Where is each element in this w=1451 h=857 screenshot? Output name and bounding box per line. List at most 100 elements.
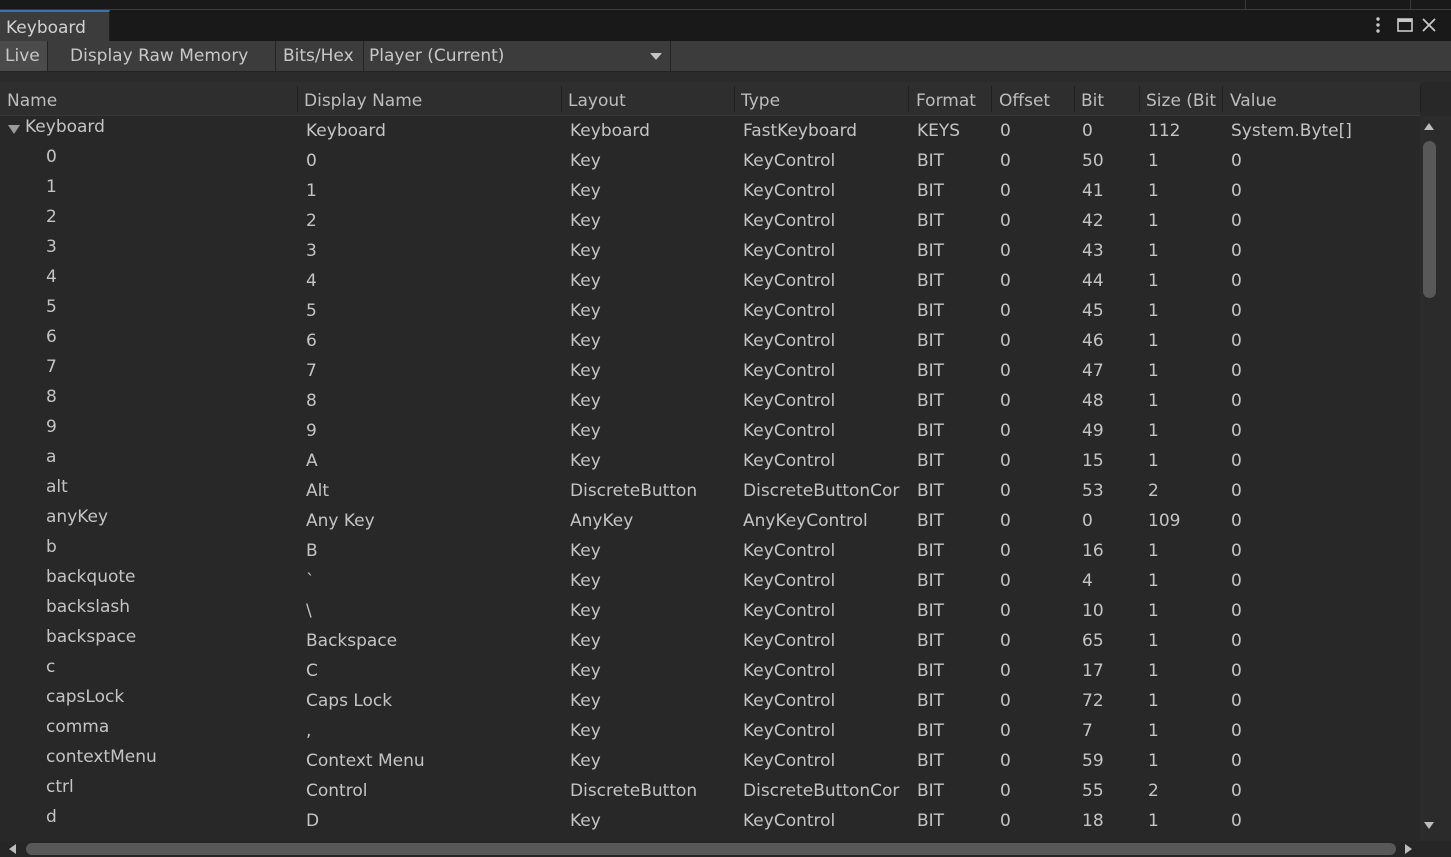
cell-format: BIT <box>917 361 945 381</box>
table-row[interactable]: b B Key KeyControl BIT 0 16 1 0 <box>0 536 1420 566</box>
column-resize-handle[interactable] <box>297 86 298 112</box>
table-row[interactable]: 3 3 Key KeyControl BIT 0 43 1 0 <box>0 236 1420 266</box>
close-icon[interactable] <box>1420 14 1438 36</box>
cell-format: BIT <box>917 751 945 771</box>
cell-bit: 45 <box>1082 301 1104 321</box>
table-row[interactable]: backspace Backspace Key KeyControl BIT 0 65 1 0 <box>0 626 1420 656</box>
cell-value: 0 <box>1231 421 1242 441</box>
cell-size: 1 <box>1148 211 1159 231</box>
cell-offset: 0 <box>1000 781 1011 801</box>
cell-value: 0 <box>1231 601 1242 621</box>
column-header-format[interactable]: Format <box>916 91 994 111</box>
scroll-down-arrow-icon[interactable] <box>1424 822 1434 829</box>
horizontal-scrollbar[interactable] <box>0 841 1451 857</box>
cell-display-name: 7 <box>306 361 317 381</box>
cell-value: System.Byte[] <box>1231 121 1352 141</box>
cell-type: KeyControl <box>743 451 836 471</box>
cell-display-name: 5 <box>306 301 317 321</box>
cell-display-name: D <box>306 811 320 831</box>
display-raw-memory-button[interactable]: Display Raw Memory <box>48 41 276 71</box>
cell-value: 0 <box>1231 181 1242 201</box>
table-row[interactable]: 9 9 Key KeyControl BIT 0 49 1 0 <box>0 416 1420 446</box>
top-strip <box>0 0 1451 9</box>
table-row[interactable]: a A Key KeyControl BIT 0 15 1 0 <box>0 446 1420 476</box>
column-resize-handle[interactable] <box>908 86 909 112</box>
table-row[interactable]: ctrl Control DiscreteButton DiscreteButtonC… <box>0 776 1420 806</box>
bits-hex-toggle[interactable]: Bits/Hex <box>276 41 364 71</box>
column-header-type[interactable]: Type <box>741 91 901 111</box>
table-row[interactable]: comma, Key KeyControl BIT 0 7 1 0 <box>0 716 1420 746</box>
table-row[interactable]: backslash \ Key KeyControl BIT 0 10 1 0 <box>0 596 1420 626</box>
table-row[interactable]: 8 8 Key KeyControl BIT 0 48 1 0 <box>0 386 1420 416</box>
column-resize-handle[interactable] <box>991 86 992 112</box>
column-resize-handle[interactable] <box>734 86 735 112</box>
table-row[interactable]: contextMenu Context Menu Key KeyControl BIT 0… <box>0 746 1420 776</box>
table-row[interactable]: Keyboard Keyboard Keyboard FastKeyboard KEYS… <box>0 116 1420 146</box>
cell-size: 1 <box>1148 271 1159 291</box>
cell-format: BIT <box>917 631 945 651</box>
horizontal-scroll-thumb[interactable] <box>26 843 1396 855</box>
cell-offset: 0 <box>1000 151 1011 171</box>
cell-format: BIT <box>917 691 945 711</box>
cell-layout: Key <box>570 721 601 741</box>
table-row[interactable]: 7 7 Key KeyControl BIT 0 47 1 0 <box>0 356 1420 386</box>
cell-layout: Key <box>570 421 601 441</box>
raw-memory-label: Display Raw Memory <box>70 46 249 66</box>
cell-size: 1 <box>1148 241 1159 261</box>
column-resize-handle[interactable] <box>561 86 562 112</box>
column-header-size[interactable]: Size (Bit <box>1146 91 1224 111</box>
cell-offset: 0 <box>1000 601 1011 621</box>
column-header-layout[interactable]: Layout <box>568 91 733 111</box>
vertical-scroll-thumb[interactable] <box>1423 141 1436 298</box>
cell-name: capsLock <box>46 687 125 707</box>
cell-format: BIT <box>917 391 945 411</box>
cell-layout: Key <box>570 331 601 351</box>
kebab-menu-icon[interactable] <box>1371 14 1385 36</box>
cell-name: ctrl <box>46 777 74 797</box>
column-header-value[interactable]: Value <box>1230 91 1415 111</box>
scroll-left-arrow-icon[interactable] <box>9 844 16 854</box>
column-header-offset[interactable]: Offset <box>999 91 1077 111</box>
cell-name: b <box>46 537 57 557</box>
table-row[interactable]: 0 0 Key KeyControl BIT 0 50 1 0 <box>0 146 1420 176</box>
table-row[interactable]: capsLock Caps Lock Key KeyControl BIT 0 72 1 0 <box>0 686 1420 716</box>
table-row[interactable]: 4 4 Key KeyControl BIT 0 44 1 0 <box>0 266 1420 296</box>
table-row[interactable]: alt Alt DiscreteButton DiscreteButtonCor BIT… <box>0 476 1420 506</box>
vertical-scrollbar[interactable] <box>1420 116 1451 841</box>
toolbar: Live Display Raw Memory Bits/Hex Player … <box>0 41 1451 72</box>
cell-type: KeyControl <box>743 691 836 711</box>
expand-triangle-icon[interactable] <box>8 125 20 134</box>
cell-format: KEYS <box>917 121 961 141</box>
table-row[interactable]: d D Key KeyControl BIT 0 18 1 0 <box>0 806 1420 836</box>
scroll-up-arrow-icon[interactable] <box>1424 123 1434 130</box>
player-dropdown[interactable]: Player (Current) <box>364 41 671 71</box>
tab-keyboard[interactable]: Keyboard <box>0 10 110 42</box>
cell-offset: 0 <box>1000 451 1011 471</box>
column-header-name[interactable]: Name <box>7 91 292 111</box>
maximize-icon[interactable] <box>1396 14 1414 36</box>
column-resize-handle[interactable] <box>1074 86 1075 112</box>
cell-type: KeyControl <box>743 661 836 681</box>
table-row[interactable]: 5 5 Key KeyControl BIT 0 45 1 0 <box>0 296 1420 326</box>
column-header-display-name[interactable]: Display Name <box>304 91 560 111</box>
table-row[interactable]: 2 2 Key KeyControl BIT 0 42 1 0 <box>0 206 1420 236</box>
column-resize-handle[interactable] <box>1222 86 1223 112</box>
table-row[interactable]: c C Key KeyControl BIT 0 17 1 0 <box>0 656 1420 686</box>
column-resize-handle[interactable] <box>1420 86 1421 112</box>
cell-bit: 4 <box>1082 571 1093 591</box>
cell-type: KeyControl <box>743 811 836 831</box>
cell-size: 1 <box>1148 391 1159 411</box>
table-row[interactable]: anyKey Any Key AnyKey AnyKeyControl BIT 0 0 109… <box>0 506 1420 536</box>
live-toggle[interactable]: Live <box>0 41 48 71</box>
cell-bit: 0 <box>1082 511 1093 531</box>
column-resize-handle[interactable] <box>1139 86 1140 112</box>
cell-name: 2 <box>46 207 57 227</box>
scroll-right-arrow-icon[interactable] <box>1405 844 1412 854</box>
cell-offset: 0 <box>1000 721 1011 741</box>
table-row[interactable]: backquote ` Key KeyControl BIT 0 4 1 0 <box>0 566 1420 596</box>
table-row[interactable]: 6 6 Key KeyControl BIT 0 46 1 0 <box>0 326 1420 356</box>
column-header-bit[interactable]: Bit <box>1081 91 1141 111</box>
cell-size: 1 <box>1148 301 1159 321</box>
cell-size: 1 <box>1148 811 1159 831</box>
table-row[interactable]: 1 1 Key KeyControl BIT 0 41 1 0 <box>0 176 1420 206</box>
